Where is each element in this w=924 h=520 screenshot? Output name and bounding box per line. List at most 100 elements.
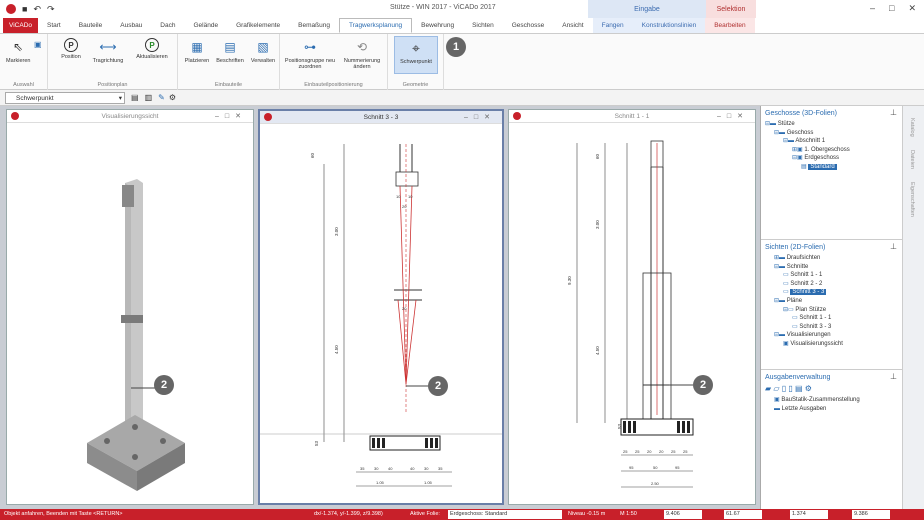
pin-icon[interactable]: ⊥ — [890, 108, 897, 117]
tree-item[interactable]: ▣ Visualisierungssicht — [765, 340, 903, 349]
vtab-eigenschaften[interactable]: Eigenschaften — [909, 182, 915, 217]
save-icon[interactable]: ■ — [22, 4, 27, 14]
active-layer-label: Aktive Folie: — [410, 511, 440, 517]
tools-icon[interactable]: ⚙ — [169, 93, 176, 102]
layer-combo[interactable]: Schwerpunkt ▾ — [5, 91, 125, 104]
dim-text: 35 — [438, 466, 443, 471]
markieren-button[interactable]: ⇖ Markieren — [6, 38, 30, 64]
ausgaben-header: Ausgabenverwaltung ⊥ — [761, 370, 903, 384]
tree-label: Letzte Ausgaben — [781, 405, 827, 412]
panel-schnitt-1-1[interactable]: Schnitt 1 - 1 –□✕ 9.30 60 3.00 4.50 53 25… — [508, 109, 756, 505]
tree-item[interactable]: ⊟▬ Schnitte — [765, 263, 903, 272]
vicado-logo-icon — [11, 112, 19, 120]
panel-controls[interactable]: –□✕ — [717, 112, 749, 120]
tab-bearbeiten[interactable]: Bearbeiten — [705, 18, 755, 33]
panel-header: Visualisierungssicht –□✕ — [7, 110, 253, 123]
pin-icon[interactable]: ⊥ — [890, 372, 897, 381]
tab-tragwerksplanung[interactable]: Tragwerksplanung — [338, 18, 413, 33]
tree-label: Geschoss — [786, 129, 814, 136]
dim-text: 60 — [595, 153, 600, 159]
tab-fangen[interactable]: Fangen — [592, 18, 633, 33]
tree-item[interactable]: ⊟▬ Visualisierungen — [765, 331, 903, 340]
group-auswahl: ⇖ Markieren ▣ Auswahl — [0, 34, 48, 90]
panel-visualisierung[interactable]: Visualisierungssicht –□✕ 2 — [6, 109, 254, 505]
tree-item[interactable]: ▭ Schnitt 2 - 2 — [765, 280, 903, 289]
pen-icon[interactable]: ✎ — [158, 93, 165, 102]
beschriften-button[interactable]: ▤ Beschriften — [214, 38, 246, 64]
redo-icon[interactable]: ↷ — [47, 4, 55, 15]
nummerierung-button[interactable]: ⟲ Nummerierung ändern — [338, 38, 386, 70]
x-field[interactable]: 1.374 — [790, 510, 828, 519]
tab-bewehrung[interactable]: Bewehrung — [412, 18, 463, 33]
tab-ansicht[interactable]: Ansicht — [553, 18, 592, 33]
tree-item[interactable]: ⊞▬ Draufsichten — [765, 254, 903, 263]
layer-props-icon[interactable]: ▤ — [131, 93, 139, 102]
refresh-position-icon: P — [145, 38, 159, 52]
sichten-tree: ⊞▬ Draufsichten ⊟▬ Schnitte ▭ Schnitt 1 - … — [761, 254, 903, 349]
tab-bema-ung[interactable]: Bemaßung — [289, 18, 339, 33]
tree-item[interactable]: ▬ Letzte Ausgaben — [765, 405, 903, 414]
positionsgruppe-button[interactable]: ⊶ Positionsgruppe neu zuordnen — [284, 38, 336, 70]
ausgaben-toolbar[interactable]: ▰ ▱ ▯ ▯ ▤ ⚙ — [761, 384, 903, 396]
tree-label: 1. Obergeschoss — [804, 146, 850, 153]
tab-ausbau[interactable]: Ausbau — [111, 18, 151, 33]
layer-list-icon[interactable]: ▥ — [145, 93, 153, 102]
vtab-dateien[interactable]: Dateien — [909, 150, 915, 169]
panel-title: Geschosse (3D-Folien) — [765, 109, 837, 117]
dx-field[interactable]: 9.406 — [664, 510, 702, 519]
position-button[interactable]: P Position — [56, 38, 86, 60]
close-icon[interactable]: ✕ — [908, 3, 916, 14]
panel-title: Ausgabenverwaltung — [765, 373, 831, 381]
tab-dach[interactable]: Dach — [151, 18, 184, 33]
folder-icon: ⊟▭ — [783, 306, 796, 313]
pin-icon[interactable]: ⊥ — [890, 242, 897, 251]
tree-label: Abschnitt 1 — [795, 138, 826, 145]
tree-item[interactable]: ⊟▣ Erdgeschoss — [765, 154, 903, 163]
tree-item[interactable]: ⊟▬ Stütze — [765, 120, 903, 129]
tragrichtung-button[interactable]: ⟷ Tragrichtung — [88, 38, 128, 64]
panel-controls[interactable]: –□✕ — [464, 113, 496, 121]
tree-item[interactable]: ▭ Schnitt 3 - 3 — [765, 323, 903, 332]
tab-gel-nde[interactable]: Gelände — [184, 18, 227, 33]
dy-field[interactable]: 61.67 — [724, 510, 762, 519]
panel-title: Visualisierungssicht — [101, 112, 159, 120]
cursor-icon: ⇖ — [12, 40, 24, 54]
tab-bauteile[interactable]: Bauteile — [70, 18, 112, 33]
aktualisieren-button[interactable]: P Aktualisieren — [130, 38, 174, 60]
callout-1: 1 — [446, 37, 466, 57]
tree-label: Schnitt 1 - 1 — [799, 315, 832, 322]
verwalten-button[interactable]: ▧ Verwalten — [248, 38, 278, 64]
tree-item[interactable]: ▣ BauStatik-Zusammenstellung — [765, 396, 903, 405]
dim-text: 3.00 — [334, 227, 339, 236]
panel-title: Sichten (2D-Folien) — [765, 243, 826, 251]
tab-start[interactable]: Start — [38, 18, 70, 33]
maximize-icon[interactable]: □ — [889, 3, 894, 14]
y-field[interactable]: 9.386 — [852, 510, 890, 519]
tree-item[interactable]: ▭ Schnitt 1 - 1 — [765, 314, 903, 323]
vtab-katalog[interactable]: Katalog — [909, 118, 915, 137]
foundation-section — [369, 435, 441, 451]
tree-item[interactable]: ▤ Standard — [765, 163, 903, 172]
tree-item[interactable]: ⊟▬ Abschnitt 1 — [765, 137, 903, 146]
tree-item[interactable]: ⊟▬ Geschoss — [765, 129, 903, 138]
tab-sichten[interactable]: Sichten — [463, 18, 503, 33]
tab-geschosse[interactable]: Geschosse — [503, 18, 554, 33]
tab-konstruktionslinien[interactable]: Konstruktionslinien — [632, 18, 706, 33]
panel-controls[interactable]: –□✕ — [215, 112, 247, 120]
dim-text: 1.05 — [424, 480, 433, 485]
platzieren-button[interactable]: ▦ Platzieren — [182, 38, 212, 64]
schwerpunkt-button[interactable]: ⌖ Schwerpunkt — [394, 36, 438, 74]
tab-vicado[interactable]: ViCADo — [3, 18, 39, 33]
dim-text: 20 — [647, 449, 652, 454]
tree-item[interactable]: ⊞▣ 1. Obergeschoss — [765, 146, 903, 155]
minimize-icon[interactable]: – — [870, 3, 875, 14]
undo-icon[interactable]: ↶ — [33, 4, 41, 15]
tree-item[interactable]: ⊟▬ Pläne — [765, 297, 903, 306]
panel-schnitt-3-3[interactable]: Schnitt 3 - 3 –□✕ 60 3.00 4.50 53 10 10 2… — [258, 109, 504, 505]
tree-item[interactable]: ▭ Schnitt 1 - 1 — [765, 271, 903, 280]
tab-grafikelemente[interactable]: Grafikelemente — [227, 18, 289, 33]
active-layer-select[interactable]: Erdgeschoss: Standard — [448, 510, 562, 519]
tree-item[interactable]: ▭ Schnitt 3 - 3 — [765, 288, 903, 297]
select-variant-icon[interactable]: ▣ — [34, 40, 42, 49]
tree-item[interactable]: ⊟▭ Plan Stütze — [765, 306, 903, 315]
